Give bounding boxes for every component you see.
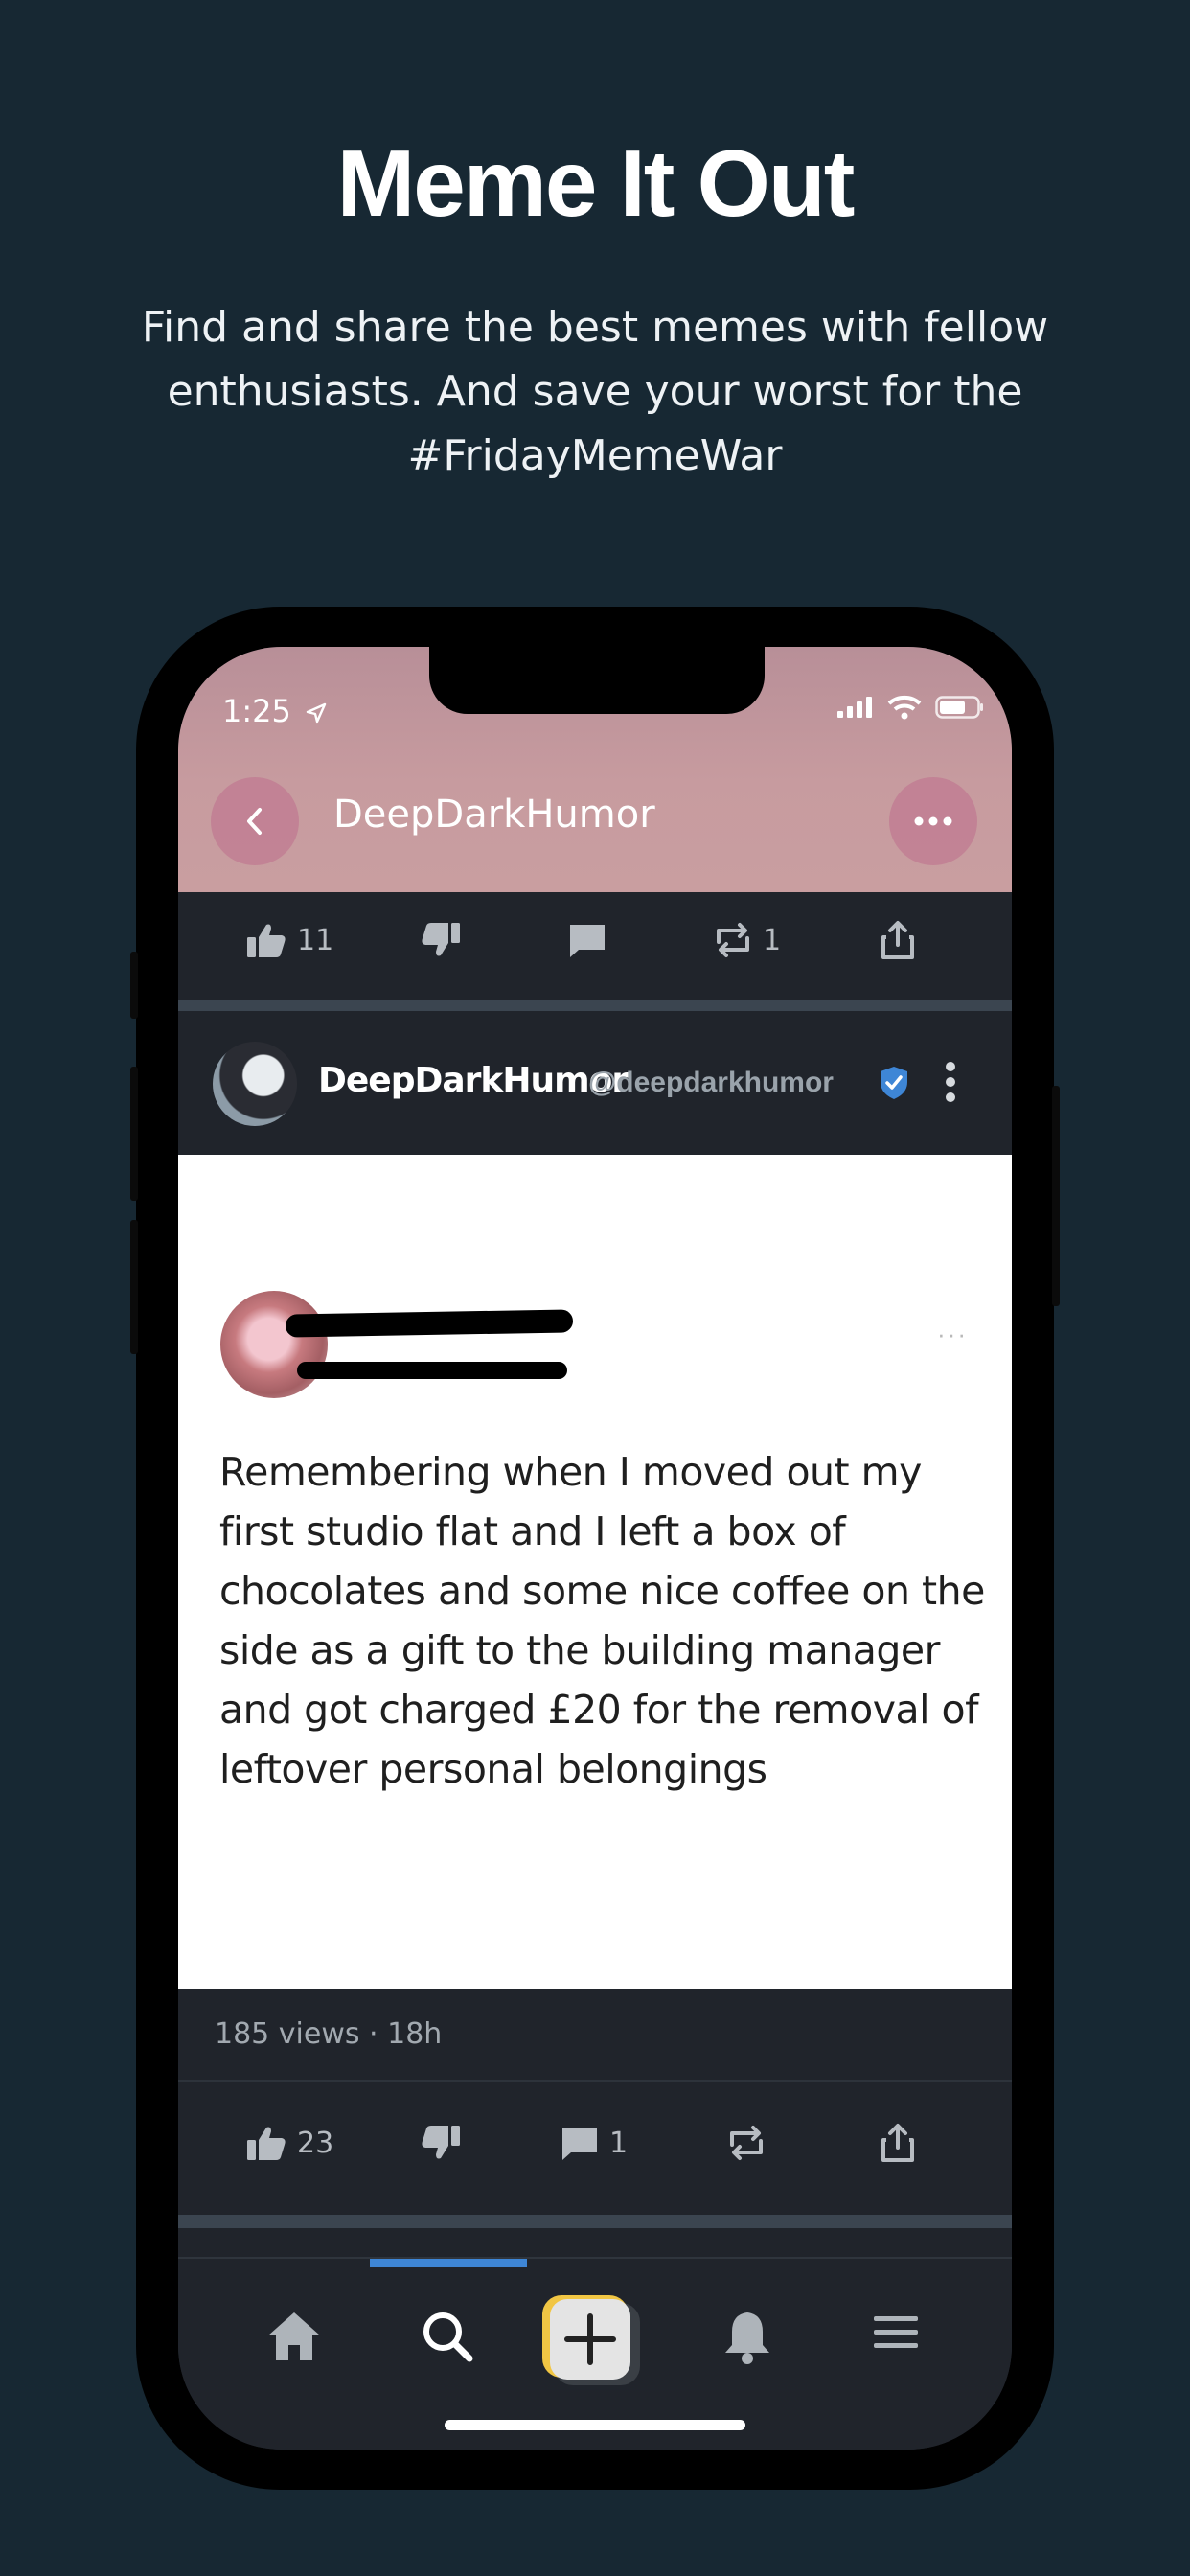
bell-icon: [725, 2312, 769, 2364]
meme-dots-icon: ···: [937, 1320, 968, 1348]
repost-button[interactable]: 1: [713, 921, 781, 959]
redaction-bar: [297, 1362, 567, 1379]
like-button[interactable]: 23: [245, 2124, 333, 2162]
menu-icon: [874, 2316, 918, 2348]
meme-image[interactable]: ··· Remembering when I moved out my firs…: [178, 1155, 1012, 1989]
status-time-text: 1:25: [222, 693, 291, 729]
app-screen: 1:25 DeepDarkHumor 11 1 DeepDarkHumor @d…: [178, 647, 1012, 2450]
search-icon: [423, 2312, 473, 2362]
phone-side-button: [130, 952, 138, 1019]
repost-button[interactable]: [726, 2124, 767, 2162]
wifi-icon: [887, 695, 922, 720]
home-icon: [268, 2312, 320, 2360]
post-views-time: 185 views · 18h: [215, 2017, 443, 2051]
meme-avatar: [220, 1291, 328, 1398]
phone-power-button: [1052, 1086, 1060, 1306]
signal-icon: [837, 697, 872, 718]
create-icon: [542, 2295, 640, 2385]
comment-button[interactable]: 1: [560, 2124, 628, 2162]
like-button[interactable]: 11: [245, 921, 333, 959]
post-header: DeepDarkHumor @deepdarkhumor: [178, 1011, 1012, 1155]
promo-subline: Find and share the best memes with fello…: [141, 303, 1049, 480]
post-author[interactable]: DeepDarkHumor: [318, 1061, 629, 1100]
share-icon: [881, 921, 914, 959]
share-icon: [881, 2124, 914, 2162]
post-handle[interactable]: @deepdarkhumor: [588, 1067, 834, 1099]
previous-post-actions: 11 1: [178, 892, 1012, 988]
verified-badge: [878, 1065, 910, 1106]
thumbs-down-icon: [422, 923, 460, 956]
phone-volume-down: [130, 1220, 138, 1354]
post-meta: 185 views · 18h: [178, 1989, 1012, 2082]
back-chevron-icon: [247, 808, 262, 835]
verified-badge-icon: [881, 1067, 907, 1099]
kebab-icon: [946, 1062, 955, 1102]
phone-frame: 1:25 DeepDarkHumor 11 1 DeepDarkHumor @d…: [130, 607, 1060, 2490]
like-count: 11: [297, 923, 334, 957]
post-actions: 23 1: [178, 2081, 1012, 2205]
avatar[interactable]: [213, 1042, 297, 1126]
post-options-button[interactable]: [945, 1061, 956, 1108]
active-tab-indicator: [370, 2259, 527, 2267]
page-title: DeepDarkHumor: [333, 793, 655, 837]
promo-headline: Meme It Out: [336, 130, 856, 236]
thumbs-up-icon: [247, 2127, 286, 2160]
share-button[interactable]: [880, 2123, 916, 2163]
thumbs-down-icon: [422, 2126, 460, 2159]
battery-icon: [935, 696, 983, 719]
thumbs-up-icon: [247, 924, 286, 957]
dislike-button[interactable]: [420, 2124, 462, 2162]
redaction-bar: [285, 1309, 574, 1338]
repost-icon: [717, 923, 749, 957]
like-count: 23: [297, 2126, 334, 2160]
dislike-button[interactable]: [420, 921, 462, 959]
repost-count: 1: [763, 923, 782, 957]
camera-notch: [429, 647, 765, 714]
share-button[interactable]: [880, 920, 916, 960]
comment-icon: [570, 925, 605, 957]
tab-search[interactable]: [420, 2309, 475, 2369]
comment-button[interactable]: [567, 921, 607, 959]
tab-notifications[interactable]: [721, 2309, 774, 2369]
tab-menu[interactable]: [870, 2309, 922, 2361]
more-options-button[interactable]: [889, 777, 977, 865]
meme-text: Remembering when I moved out my first st…: [219, 1449, 985, 1792]
location-arrow-icon: [306, 702, 327, 724]
home-indicator: [445, 2420, 745, 2430]
more-dots-icon: [914, 816, 952, 826]
post-divider: [178, 2215, 1012, 2228]
comment-icon: [562, 2128, 597, 2160]
tab-home[interactable]: [264, 2309, 324, 2369]
back-button[interactable]: [211, 777, 299, 865]
repost-icon: [730, 2126, 763, 2160]
phone-volume-up: [130, 1067, 138, 1201]
comment-count: 1: [609, 2126, 629, 2160]
create-post-button[interactable]: [540, 2293, 646, 2394]
status-indicators: [835, 695, 985, 720]
status-time: 1:25: [222, 693, 328, 729]
